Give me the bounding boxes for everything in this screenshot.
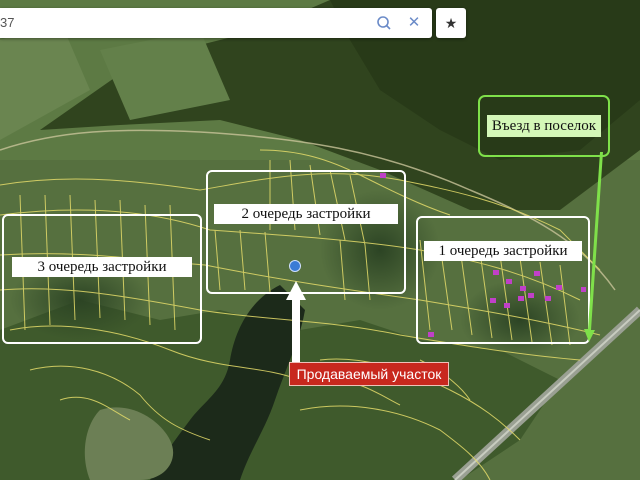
entry-arrow <box>584 152 603 342</box>
annotation-arrows <box>286 152 603 362</box>
entry-label: Въезд в поселок <box>487 115 601 137</box>
entry-annotation: Въезд в поселок <box>478 95 610 157</box>
sale-arrow <box>286 281 306 362</box>
for-sale-label: Продаваемый участок <box>289 362 449 386</box>
